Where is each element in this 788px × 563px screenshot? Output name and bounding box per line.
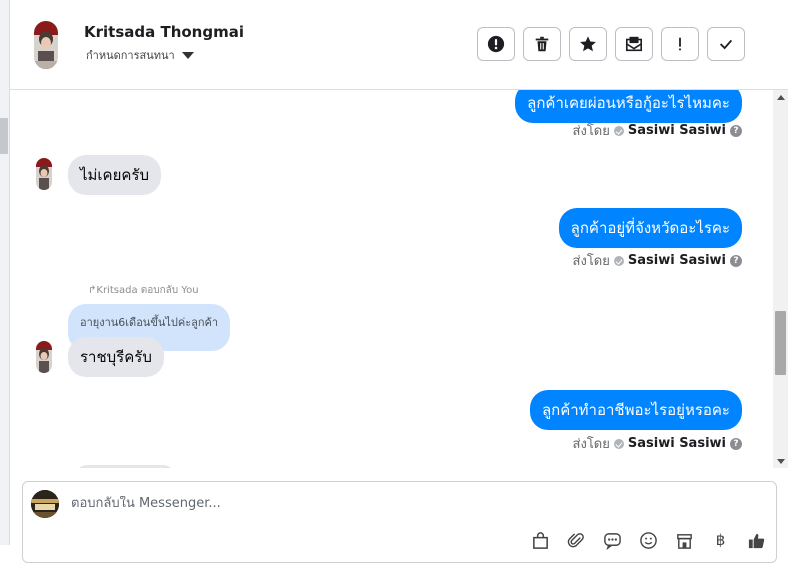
sent-by-info: ส่งโดย Sasiwi Sasiwi ?	[573, 250, 742, 271]
envelope-icon	[625, 36, 643, 52]
scroll-down-arrow-icon[interactable]	[777, 459, 785, 464]
thread-scroll-thumb[interactable]	[775, 311, 786, 375]
incoming-message[interactable]: ราชบุรีครับ	[68, 337, 164, 377]
left-panel-scrollbar[interactable]	[0, 0, 10, 545]
sent-by-prefix: ส่งโดย	[572, 437, 610, 452]
sent-by-prefix: ส่งโดย	[572, 254, 610, 269]
thread-scrollbar[interactable]	[773, 90, 788, 468]
incoming-message[interactable]: ไม่เคยครับ	[68, 155, 161, 195]
bag-button[interactable]	[528, 529, 553, 551]
sent-by-agent: Sasiwi Sasiwi	[627, 123, 726, 138]
reply-input[interactable]	[71, 496, 671, 511]
outgoing-message[interactable]: ลูกค้าทำอาชีพอะไรอยู่หรอคะ	[529, 390, 742, 430]
done-button[interactable]	[707, 27, 745, 61]
thumbs-up-icon	[748, 533, 765, 548]
help-icon[interactable]: ?	[730, 124, 742, 137]
header-actions	[477, 27, 745, 61]
report-button[interactable]	[477, 27, 515, 61]
bag-icon	[533, 531, 548, 549]
conversation-schedule-dropdown[interactable]: กำหนดการสนทนา	[86, 46, 194, 64]
like-button[interactable]	[744, 529, 769, 551]
important-button[interactable]	[661, 27, 699, 61]
scroll-up-arrow-icon[interactable]	[777, 95, 785, 100]
payment-button[interactable]: ฿	[708, 529, 733, 551]
attach-button[interactable]	[564, 529, 589, 551]
saved-replies-button[interactable]	[600, 529, 625, 551]
contact-avatar-small[interactable]	[36, 341, 52, 373]
check-badge-icon	[613, 438, 624, 449]
reply-label: ↱Kritsada ตอบกลับ You	[88, 283, 199, 298]
emoji-button[interactable]	[636, 529, 661, 551]
trash-icon	[535, 36, 549, 52]
contact-avatar[interactable]	[34, 21, 58, 69]
sent-by-info: ส่งโดย Sasiwi Sasiwi ?	[573, 120, 742, 141]
page-avatar	[31, 490, 59, 518]
caret-down-icon	[181, 51, 194, 59]
delete-button[interactable]	[523, 27, 561, 61]
help-icon[interactable]: ?	[730, 437, 742, 450]
sent-by-info: ส่งโดย Sasiwi Sasiwi ?	[573, 433, 742, 454]
shop-button[interactable]	[672, 529, 697, 551]
exclamation-icon	[679, 37, 681, 51]
check-icon	[719, 39, 733, 50]
paperclip-icon	[567, 532, 584, 547]
message-thread[interactable]: ลูกค้าเคยผ่อนหรือกู้อะไรไหมคะ ส่งโดย Sas…	[10, 90, 773, 468]
store-icon	[677, 533, 692, 549]
composer-toolbar: ฿	[528, 529, 769, 551]
contact-avatar-small[interactable]	[36, 158, 52, 190]
help-icon[interactable]: ?	[730, 254, 742, 267]
conversation-header: Kritsada Thongmai กำหนดการสนทนา	[10, 0, 788, 90]
incoming-message-partial	[75, 465, 175, 468]
star-icon	[580, 36, 596, 52]
sent-by-agent: Sasiwi Sasiwi	[627, 436, 726, 451]
check-badge-icon	[613, 255, 624, 266]
outgoing-message[interactable]: ลูกค้าเคยผ่อนหรือกู้อะไรไหมคะ	[515, 90, 742, 123]
sent-by-agent: Sasiwi Sasiwi	[627, 253, 726, 268]
check-badge-icon	[613, 125, 624, 136]
chat-dots-icon	[604, 532, 621, 550]
alert-circle-icon	[487, 35, 505, 53]
reply-composer: ฿	[22, 481, 777, 563]
outgoing-message[interactable]: ลูกค้าอยู่ที่จังหวัดอะไรคะ	[558, 208, 742, 248]
mark-unread-button[interactable]	[615, 27, 653, 61]
baht-icon: ฿	[715, 531, 726, 549]
left-panel-scroll-thumb[interactable]	[0, 118, 8, 154]
sent-by-prefix: ส่งโดย	[572, 124, 610, 139]
star-button[interactable]	[569, 27, 607, 61]
contact-name: Kritsada Thongmai	[84, 23, 244, 41]
conversation-schedule-label: กำหนดการสนทนา	[86, 49, 175, 62]
smiley-icon	[640, 531, 657, 549]
reply-label-text: Kritsada ตอบกลับ You	[96, 285, 199, 296]
